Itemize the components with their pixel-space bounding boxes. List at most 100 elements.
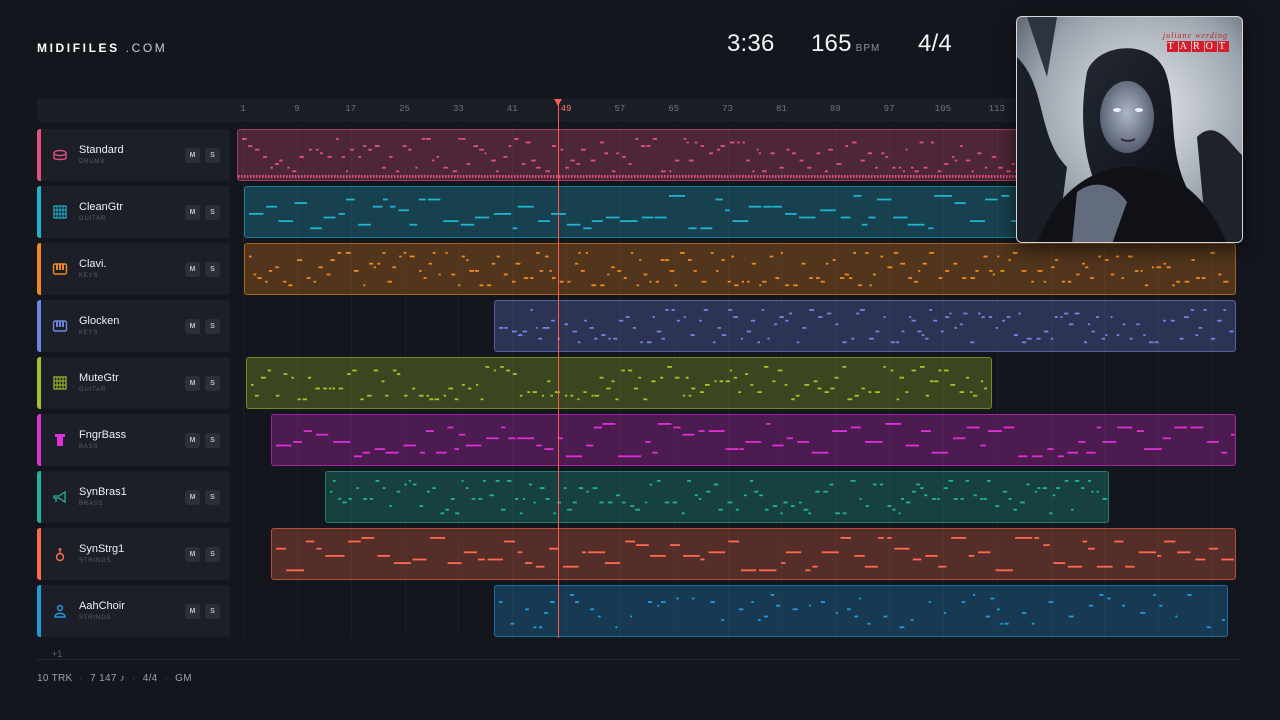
track-count: 10 TRK (37, 673, 73, 684)
midi-note (805, 569, 811, 572)
midi-note (899, 166, 902, 169)
solo-button[interactable]: S (205, 604, 220, 619)
midi-note (745, 373, 748, 375)
midi-note (479, 284, 484, 287)
midi-note (995, 569, 1013, 572)
playhead[interactable] (558, 104, 559, 638)
track-header[interactable]: FngrBass BASS M S (37, 414, 230, 466)
midi-note (615, 398, 619, 401)
midi-note (574, 175, 576, 178)
midi-note (876, 198, 892, 201)
track-clip[interactable] (244, 243, 1236, 295)
track-header[interactable]: CleanGtr GUITAR M S (37, 186, 230, 238)
midi-note (945, 316, 950, 318)
solo-button[interactable]: S (205, 148, 220, 163)
midi-note (1091, 330, 1095, 333)
midi-note (491, 262, 496, 265)
midi-note (970, 175, 972, 178)
midi-note (315, 387, 320, 390)
track-header[interactable]: Glocken KEYS M S (37, 300, 230, 352)
midi-note (313, 280, 317, 283)
mute-button[interactable]: M (185, 319, 200, 334)
solo-button[interactable]: S (205, 262, 220, 277)
midi-note (746, 159, 750, 162)
midi-note (546, 327, 550, 329)
midi-note (950, 384, 956, 386)
midi-note (890, 369, 894, 372)
track-clip[interactable] (271, 414, 1236, 466)
track-header[interactable]: Standard DRUMS M S (37, 129, 230, 181)
midi-note (248, 145, 253, 147)
track-header[interactable]: MuteGtr GUITAR M S (37, 357, 230, 409)
solo-button[interactable]: S (205, 547, 220, 562)
midi-note (988, 175, 990, 178)
track-category: STRINGS (79, 558, 112, 564)
midi-note (426, 394, 429, 397)
solo-button[interactable]: S (205, 319, 220, 334)
track-header[interactable]: Clavi. KEYS M S (37, 243, 230, 295)
mute-button[interactable]: M (185, 148, 200, 163)
mute-button[interactable]: M (185, 433, 200, 448)
midi-note (801, 262, 806, 265)
track-clip[interactable] (271, 528, 1236, 580)
midi-note (985, 175, 987, 178)
midi-note (925, 175, 927, 178)
midi-note (255, 148, 260, 151)
more-tracks-indicator[interactable]: +1 (52, 649, 62, 659)
midi-note (737, 141, 740, 144)
track-clip[interactable] (494, 300, 1236, 352)
song-tempo: 165 BPM (811, 30, 880, 58)
midi-note (275, 394, 280, 397)
track-header[interactable]: AahChoir STRINGS M S (37, 585, 230, 637)
midi-note (1163, 319, 1166, 322)
solo-button[interactable]: S (205, 490, 220, 505)
track-name: SynStrg1 (79, 543, 125, 555)
midi-note (496, 170, 499, 173)
midi-note (430, 175, 432, 178)
track-header[interactable]: SynStrg1 STRINGS M S (37, 528, 230, 580)
midi-note (517, 175, 519, 178)
midi-note (1034, 537, 1040, 539)
midi-note (911, 369, 916, 372)
midi-note (859, 175, 861, 178)
midi-note (1019, 501, 1025, 504)
track-header[interactable]: SynBras1 BRASS M S (37, 471, 230, 523)
track-clip[interactable] (325, 471, 1109, 523)
midi-note (673, 426, 681, 429)
footer-info: 10 TRK · 7 147 ♪ · 4/4 · GM (37, 673, 192, 684)
mute-button[interactable]: M (185, 205, 200, 220)
midi-note (948, 480, 954, 482)
midi-note (460, 223, 475, 226)
midi-note (291, 376, 294, 379)
solo-button[interactable]: S (205, 433, 220, 448)
solo-button[interactable]: S (205, 376, 220, 391)
midi-note (409, 223, 418, 226)
mute-button[interactable]: M (185, 490, 200, 505)
mute-button[interactable]: M (185, 262, 200, 277)
mute-button[interactable]: M (185, 604, 200, 619)
midi-note (979, 175, 981, 178)
midi-note (433, 175, 435, 178)
midi-note (387, 280, 393, 283)
midi-note (770, 152, 775, 155)
mute-button[interactable]: M (185, 547, 200, 562)
track-clip[interactable] (246, 357, 992, 409)
track-color-bar (37, 300, 41, 352)
midi-note (532, 391, 537, 393)
solo-button[interactable]: S (205, 205, 220, 220)
midi-note (775, 277, 780, 279)
midi-note (1162, 437, 1172, 440)
midi-note (829, 483, 834, 486)
track-clip[interactable] (494, 585, 1228, 637)
midi-note (905, 148, 908, 151)
midi-note (772, 444, 784, 447)
midi-note (367, 175, 369, 178)
midi-note (911, 319, 916, 322)
midi-note (599, 376, 604, 379)
midi-note (997, 175, 999, 178)
midi-note (631, 252, 634, 254)
midi-note (396, 373, 401, 375)
mute-button[interactable]: M (185, 376, 200, 391)
midi-note (1071, 508, 1074, 511)
midi-note (797, 441, 810, 443)
